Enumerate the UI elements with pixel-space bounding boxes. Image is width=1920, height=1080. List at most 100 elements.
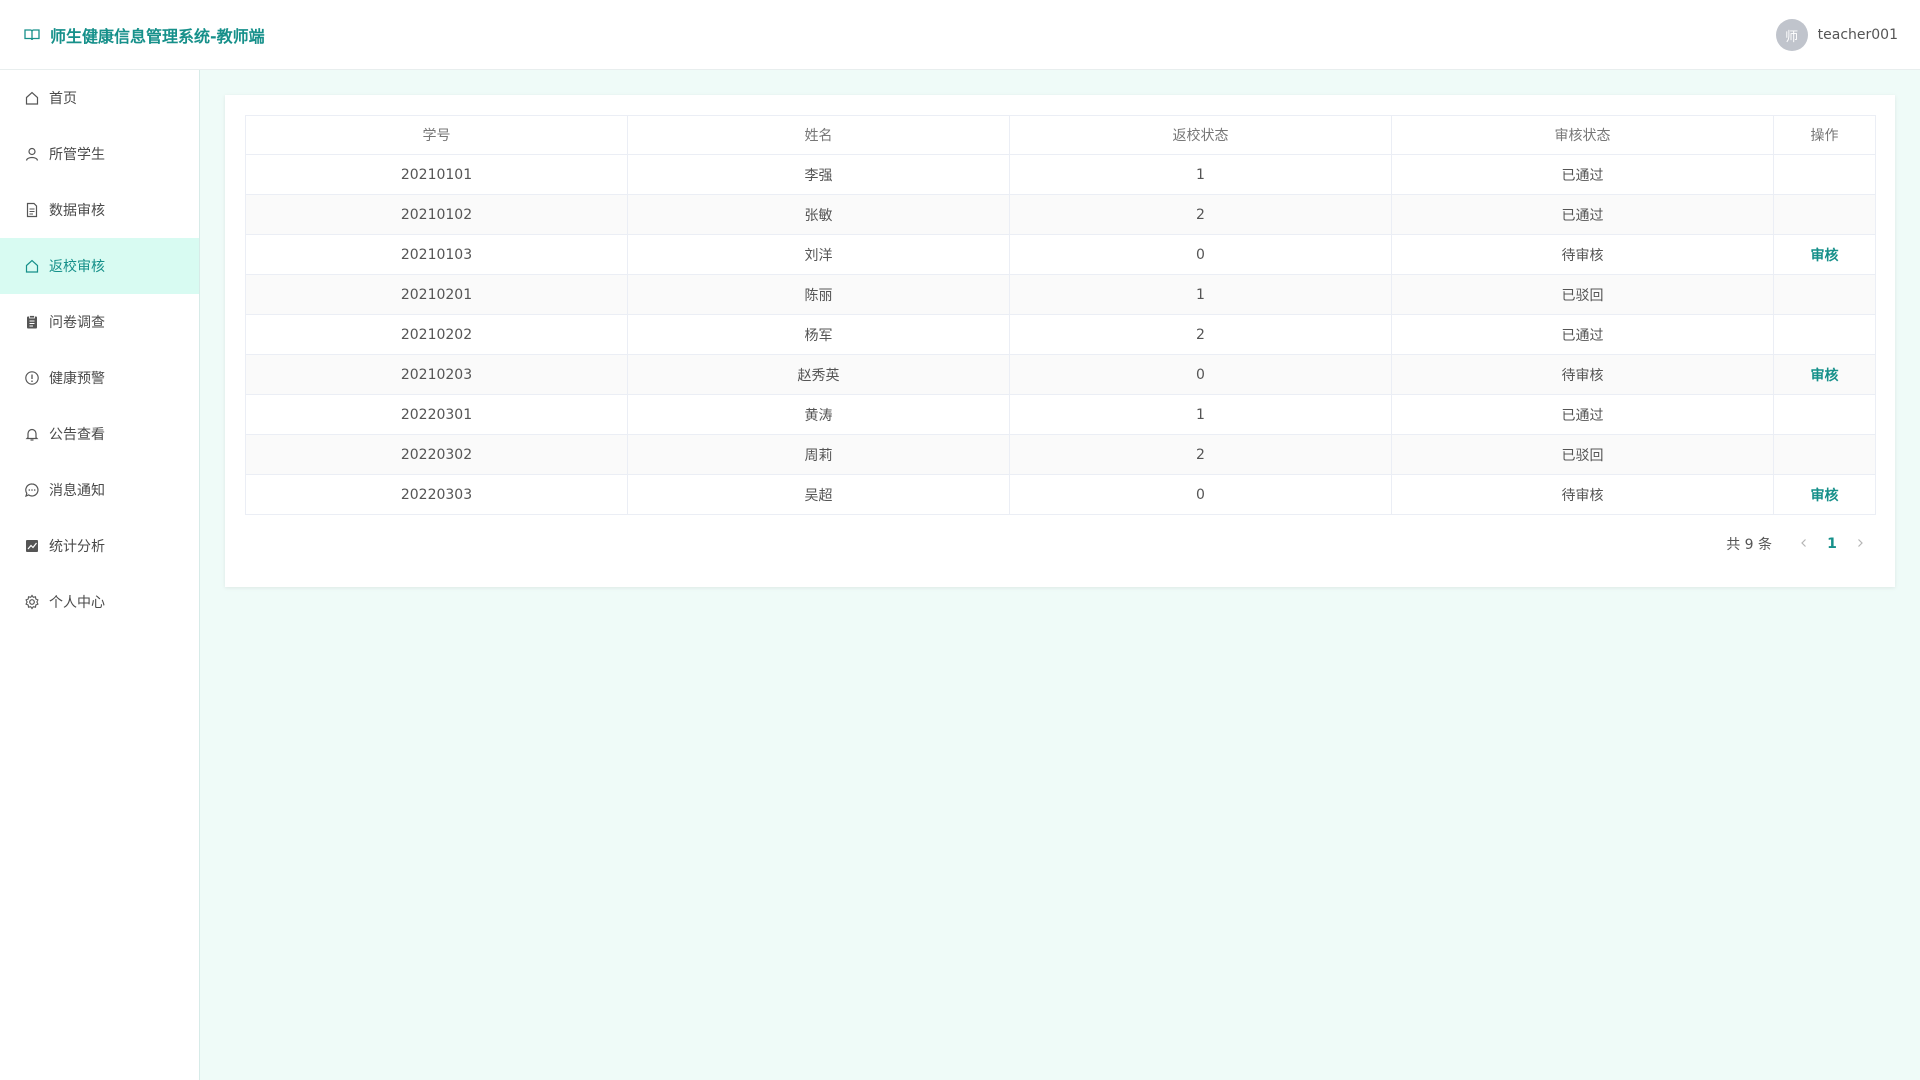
review-button[interactable]: 审核 <box>1811 248 1839 264</box>
cell-action <box>1773 434 1876 475</box>
sidebar-item-students[interactable]: 所管学生 <box>0 126 199 182</box>
cell-review-status: 已通过 <box>1391 154 1774 195</box>
table-header-row: 学号 姓名 返校状态 审核状态 操作 <box>245 115 1876 155</box>
cell-name: 杨军 <box>627 314 1010 355</box>
cell-name: 李强 <box>627 154 1010 195</box>
main-content: 学号 姓名 返校状态 审核状态 操作 20210101 李强 1 已通过 202… <box>200 70 1920 1080</box>
cell-return-status: 0 <box>1009 354 1392 395</box>
chat-icon <box>24 482 40 498</box>
cell-review-status: 待审核 <box>1391 234 1774 275</box>
cell-student-id: 20210201 <box>245 274 628 315</box>
top-header: 师生健康信息管理系统-教师端 师 teacher001 <box>0 0 1920 70</box>
gear-icon <box>24 594 40 610</box>
clipboard-icon <box>24 314 40 330</box>
cell-return-status: 1 <box>1009 274 1392 315</box>
pagination-total: 共 9 条 <box>1726 537 1772 553</box>
table-card: 学号 姓名 返校状态 审核状态 操作 20210101 李强 1 已通过 202… <box>225 95 1895 587</box>
sidebar-item-label: 数据审核 <box>49 203 105 219</box>
table-row: 20210203 赵秀英 0 待审核 审核 <box>245 354 1876 395</box>
sidebar-item-statistics[interactable]: 统计分析 <box>0 518 199 574</box>
chevron-right-icon[interactable] <box>1850 536 1870 552</box>
chevron-left-icon[interactable] <box>1794 536 1814 552</box>
brand: 师生健康信息管理系统-教师端 <box>24 23 265 47</box>
sidebar-item-profile[interactable]: 个人中心 <box>0 574 199 630</box>
cell-name: 陈丽 <box>627 274 1010 315</box>
pagination-page-current[interactable]: 1 <box>1814 536 1850 552</box>
cell-review-status: 已驳回 <box>1391 274 1774 315</box>
review-button[interactable]: 审核 <box>1811 488 1839 504</box>
sidebar-item-label: 统计分析 <box>49 539 105 555</box>
sidebar-item-survey[interactable]: 问卷调查 <box>0 294 199 350</box>
cell-review-status: 已驳回 <box>1391 434 1774 475</box>
cell-action: 审核 <box>1773 354 1876 395</box>
cell-name: 黄涛 <box>627 394 1010 435</box>
table-row: 20220302 周莉 2 已驳回 <box>245 434 1876 475</box>
avatar[interactable]: 师 <box>1775 19 1808 51</box>
column-header-review-status: 审核状态 <box>1391 115 1774 155</box>
cell-name: 吴超 <box>627 474 1010 515</box>
sidebar-item-label: 健康预警 <box>49 371 105 387</box>
sidebar-item-return-review[interactable]: 返校审核 <box>0 238 199 294</box>
sidebar-item-announcements[interactable]: 公告查看 <box>0 406 199 462</box>
cell-name: 赵秀英 <box>627 354 1010 395</box>
cell-action: 审核 <box>1773 474 1876 515</box>
sidebar: 首页 所管学生 数据审核 返校审核 问卷调查 健康预警 公告查看 消息通知 统计… <box>0 70 200 1080</box>
cell-return-status: 2 <box>1009 314 1392 355</box>
cell-student-id: 20210203 <box>245 354 628 395</box>
cell-name: 张敏 <box>627 194 1010 235</box>
sidebar-item-label: 返校审核 <box>49 259 105 275</box>
cell-return-status: 2 <box>1009 434 1392 475</box>
sidebar-item-health-warning[interactable]: 健康预警 <box>0 350 199 406</box>
sidebar-item-label: 问卷调查 <box>49 315 105 331</box>
cell-student-id: 20210102 <box>245 194 628 235</box>
table-row: 20210102 张敏 2 已通过 <box>245 194 1876 235</box>
table-row: 20210202 杨军 2 已通过 <box>245 314 1876 355</box>
column-header-name: 姓名 <box>627 115 1010 155</box>
cell-action <box>1773 154 1876 195</box>
cell-action <box>1773 314 1876 355</box>
review-button[interactable]: 审核 <box>1811 368 1839 384</box>
cell-review-status: 待审核 <box>1391 474 1774 515</box>
sidebar-item-messages[interactable]: 消息通知 <box>0 462 199 518</box>
sidebar-item-label: 消息通知 <box>49 483 105 499</box>
cell-student-id: 20210101 <box>245 154 628 195</box>
table-row: 20220303 吴超 0 待审核 审核 <box>245 474 1876 515</box>
cell-name: 刘洋 <box>627 234 1010 275</box>
column-header-return-status: 返校状态 <box>1009 115 1392 155</box>
sidebar-item-home[interactable]: 首页 <box>0 70 199 126</box>
sidebar-item-label: 个人中心 <box>49 595 105 611</box>
document-icon <box>24 202 40 218</box>
book-icon <box>24 28 40 42</box>
pagination: 共 9 条 1 <box>1726 532 1870 556</box>
cell-student-id: 20220302 <box>245 434 628 475</box>
sidebar-item-label: 所管学生 <box>49 147 105 163</box>
bell-icon <box>24 426 40 442</box>
app-title: 师生健康信息管理系统-教师端 <box>50 26 265 46</box>
cell-review-status: 已通过 <box>1391 394 1774 435</box>
chart-icon <box>24 538 40 554</box>
table-row: 20210101 李强 1 已通过 <box>245 154 1876 195</box>
sidebar-item-data-review[interactable]: 数据审核 <box>0 182 199 238</box>
sidebar-item-label: 首页 <box>49 91 77 107</box>
cell-review-status: 已通过 <box>1391 194 1774 235</box>
cell-action <box>1773 394 1876 435</box>
cell-action <box>1773 194 1876 235</box>
username[interactable]: teacher001 <box>1818 27 1898 43</box>
cell-student-id: 20220303 <box>245 474 628 515</box>
user-icon <box>24 146 40 162</box>
cell-student-id: 20210202 <box>245 314 628 355</box>
table-row: 20220301 黄涛 1 已通过 <box>245 394 1876 435</box>
user-menu[interactable]: 师 teacher001 <box>1775 19 1898 51</box>
home-icon <box>24 90 40 106</box>
cell-student-id: 20220301 <box>245 394 628 435</box>
home-icon <box>24 258 40 274</box>
warning-circle-icon <box>24 370 40 386</box>
cell-return-status: 1 <box>1009 394 1392 435</box>
cell-action: 审核 <box>1773 234 1876 275</box>
cell-name: 周莉 <box>627 434 1010 475</box>
table-row: 20210103 刘洋 0 待审核 审核 <box>245 234 1876 275</box>
cell-return-status: 1 <box>1009 154 1392 195</box>
return-review-table: 学号 姓名 返校状态 审核状态 操作 20210101 李强 1 已通过 202… <box>245 115 1876 515</box>
cell-review-status: 待审核 <box>1391 354 1774 395</box>
cell-review-status: 已通过 <box>1391 314 1774 355</box>
